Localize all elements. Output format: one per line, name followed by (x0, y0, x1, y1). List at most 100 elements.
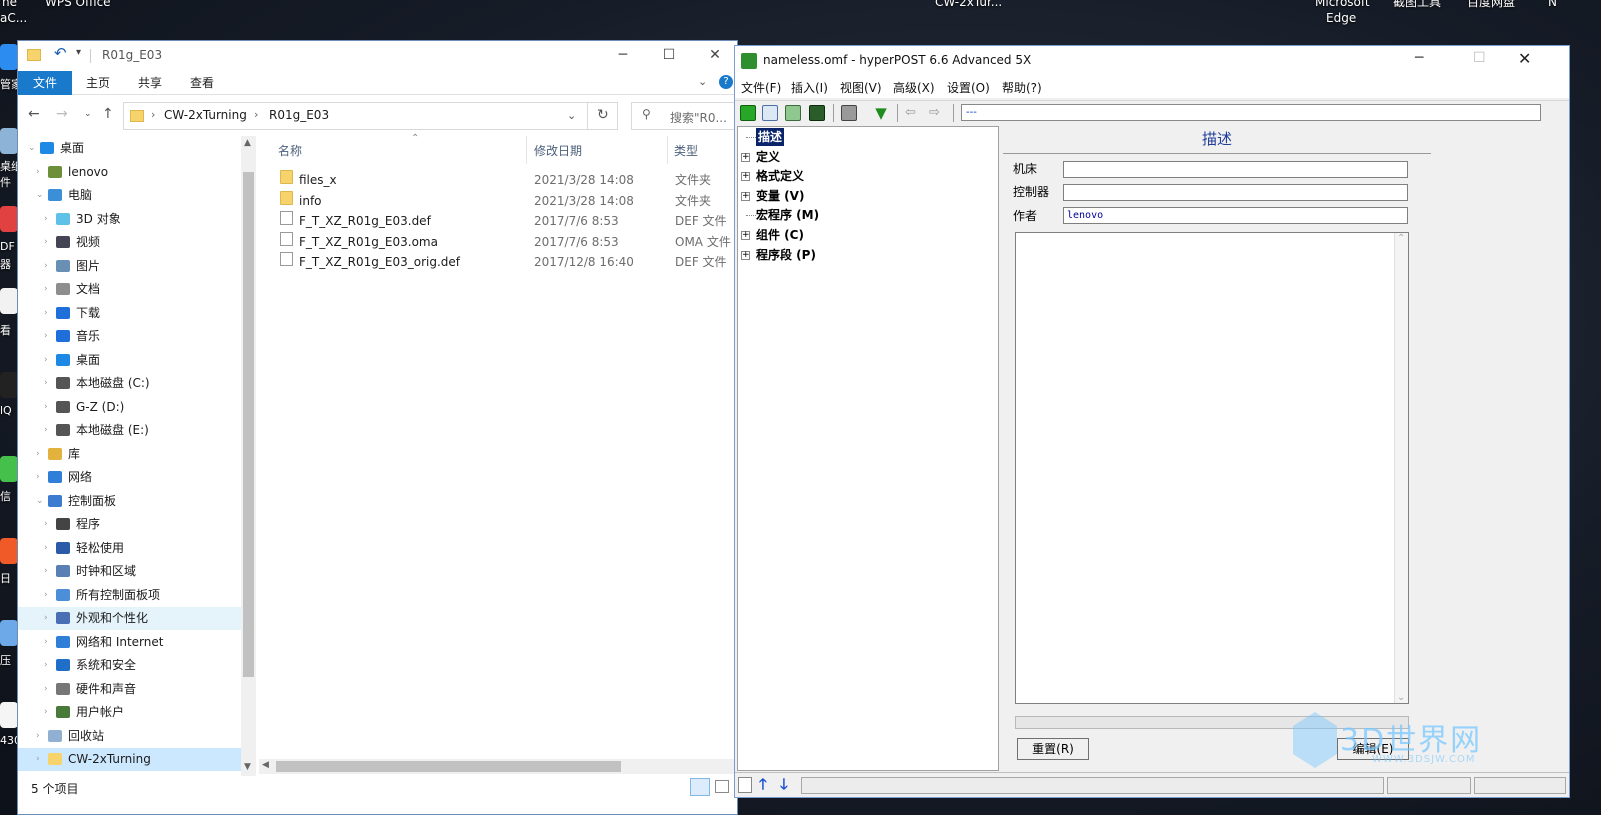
menu-file[interactable]: 文件(F) (741, 79, 781, 96)
column-header-type[interactable]: 类型 (674, 142, 698, 159)
tree-expand-icon[interactable]: + (741, 191, 750, 201)
maximize-button[interactable]: ☐ (1473, 50, 1486, 66)
nav-item[interactable]: › 硬件和声音 (18, 678, 241, 701)
nav-item[interactable]: › 库 (18, 443, 241, 466)
back-icon[interactable]: ← (28, 106, 40, 122)
pdf-app-icon[interactable] (0, 206, 18, 232)
author-field[interactable]: lenovo (1063, 207, 1408, 224)
minimize-button[interactable]: ─ (600, 41, 646, 71)
breadcrumb-r01g[interactable]: R01g_E03 (269, 108, 329, 122)
nav-item[interactable]: › 本地磁盘 (E:) (18, 419, 241, 442)
nav-item[interactable]: › 轻松使用 (18, 537, 241, 560)
nav-item[interactable]: › 下载 (18, 302, 241, 325)
nav-item[interactable]: › 音乐 (18, 325, 241, 348)
close-button[interactable]: ✕ (692, 41, 737, 71)
controller-field[interactable] (1063, 184, 1408, 201)
close-button[interactable]: ✕ (1518, 49, 1531, 68)
nav-item[interactable]: › 时钟和区域 (18, 560, 241, 583)
nav-item[interactable]: › CW-2xTurning (18, 748, 241, 771)
chevron-right-icon[interactable]: › (36, 748, 40, 771)
undo-icon[interactable]: ↶ (54, 44, 67, 62)
file-row[interactable]: F_T_XZ_R01g_E03.oma 2017/7/6 8:53 OMA 文件 (273, 231, 737, 253)
scroll-up-icon[interactable]: ▲ (244, 138, 251, 148)
file-list-hscrollbar[interactable]: ◀ (259, 759, 735, 774)
desktop-label-edge-2[interactable]: Edge (1326, 11, 1356, 25)
nav-item[interactable]: › 系统和安全 (18, 654, 241, 677)
nav-item[interactable]: › lenovo (18, 161, 241, 184)
scroll-left-icon[interactable]: ◀ (262, 760, 269, 770)
nav-item[interactable]: › 桌面 (18, 349, 241, 372)
shield-app-icon[interactable] (0, 44, 18, 70)
nav-scrollbar[interactable]: ▲ ▼ (241, 136, 256, 776)
menu-advanced[interactable]: 高级(X) (893, 79, 935, 96)
nav-item[interactable]: › 网络 (18, 466, 241, 489)
chevron-down-icon[interactable]: ⌄ (36, 490, 44, 513)
maximize-button[interactable]: ☐ (646, 41, 692, 71)
machine-field[interactable] (1063, 161, 1408, 178)
chevron-right-icon[interactable]: › (44, 678, 48, 701)
tree-expand-icon[interactable]: + (741, 231, 750, 240)
column-divider[interactable] (526, 136, 527, 164)
breadcrumb-cw[interactable]: CW-2xTurning (164, 108, 247, 122)
scroll-down-icon[interactable]: ⌄ (1397, 692, 1405, 703)
chevron-right-icon[interactable]: › (44, 607, 48, 630)
file-row[interactable]: info 2021/3/28 14:08 文件夹 (273, 190, 737, 212)
menu-settings[interactable]: 设置(O) (947, 79, 990, 96)
nav-item[interactable]: › 图片 (18, 255, 241, 278)
toolbar-combo[interactable]: --- (961, 104, 1541, 121)
chevron-right-icon[interactable]: › (44, 231, 48, 254)
tab-file[interactable]: 文件 (18, 71, 72, 95)
move-down-icon[interactable]: 🡓 (780, 774, 788, 797)
search-box[interactable]: ⚲ 搜索"R0... (631, 102, 737, 130)
column-header-name[interactable]: 名称 (278, 142, 302, 159)
tree-item[interactable]: 宏程序 (M) (756, 206, 819, 224)
tree-expand-icon[interactable]: + (741, 250, 750, 260)
chevron-right-icon[interactable]: › (44, 560, 48, 583)
nav-back-icon[interactable]: ⇦ (905, 105, 921, 121)
large-icons-view-icon[interactable] (715, 780, 729, 793)
compress-app-icon[interactable] (0, 620, 18, 646)
scroll-up-icon[interactable]: ⌃ (1397, 233, 1405, 244)
chevron-right-icon[interactable]: › (44, 537, 48, 560)
file-row[interactable]: F_T_XZ_R01g_E03_orig.def 2017/12/8 16:40 D… (273, 252, 737, 273)
wechat-app-icon[interactable] (0, 456, 18, 482)
tree-item[interactable]: 描述 (756, 128, 785, 146)
nav-item[interactable]: › 所有控制面板项 (18, 584, 241, 607)
qq-app-icon[interactable] (0, 372, 18, 398)
chevron-right-icon[interactable]: › (36, 725, 40, 748)
tree-item[interactable]: 程序段 (P) (756, 246, 816, 264)
tree-item[interactable]: 格式定义 (756, 167, 804, 185)
nav-item[interactable]: › 本地磁盘 (C:) (18, 372, 241, 395)
library-icon[interactable] (785, 105, 801, 121)
tree-item[interactable]: 变量 (V) (756, 187, 804, 205)
nav-item[interactable]: › G-Z (D:) (18, 396, 241, 419)
tree-item[interactable]: 组件 (C) (756, 226, 804, 244)
chevron-down-icon[interactable]: ⌄ (36, 184, 44, 207)
chevron-down-icon[interactable]: ⌄ (28, 137, 36, 160)
file-row[interactable]: files_x 2021/3/28 14:08 文件夹 (273, 170, 737, 191)
nav-item[interactable]: › 外观和个性化 (18, 607, 241, 630)
nav-item[interactable]: ⌄ 桌面 (18, 137, 241, 160)
tab-share[interactable]: 共享 (125, 71, 175, 95)
media-app-icon[interactable] (0, 538, 18, 564)
tree-expand-icon[interactable]: + (741, 152, 750, 162)
chevron-right-icon[interactable]: › (36, 443, 40, 466)
chevron-right-icon[interactable]: › (36, 466, 40, 489)
up-icon[interactable]: ↑ (102, 106, 114, 122)
chevron-right-icon[interactable]: › (44, 701, 48, 724)
column-divider[interactable] (667, 136, 668, 164)
ribbon-expand-icon[interactable]: ⌄ (698, 75, 707, 88)
desktop-label-wps[interactable]: WPS Office (45, 0, 111, 9)
tree-expand-icon[interactable]: + (741, 172, 750, 182)
nav-item[interactable]: › 文档 (18, 278, 241, 301)
nav-item[interactable]: › 3D 对象 (18, 208, 241, 231)
minimize-button[interactable]: ─ (1415, 50, 1423, 66)
reset-button[interactable]: 重置(R) (1017, 738, 1089, 760)
scroll-thumb[interactable] (243, 172, 254, 677)
scroll-down-icon[interactable]: ▼ (244, 762, 251, 772)
address-dropdown-icon[interactable]: ⌄ (567, 109, 576, 122)
chevron-right-icon[interactable]: › (44, 631, 48, 654)
chevron-right-icon[interactable]: › (36, 161, 40, 184)
menu-help[interactable]: 帮助(?) (1002, 79, 1042, 96)
chevron-right-icon[interactable]: › (44, 419, 48, 442)
